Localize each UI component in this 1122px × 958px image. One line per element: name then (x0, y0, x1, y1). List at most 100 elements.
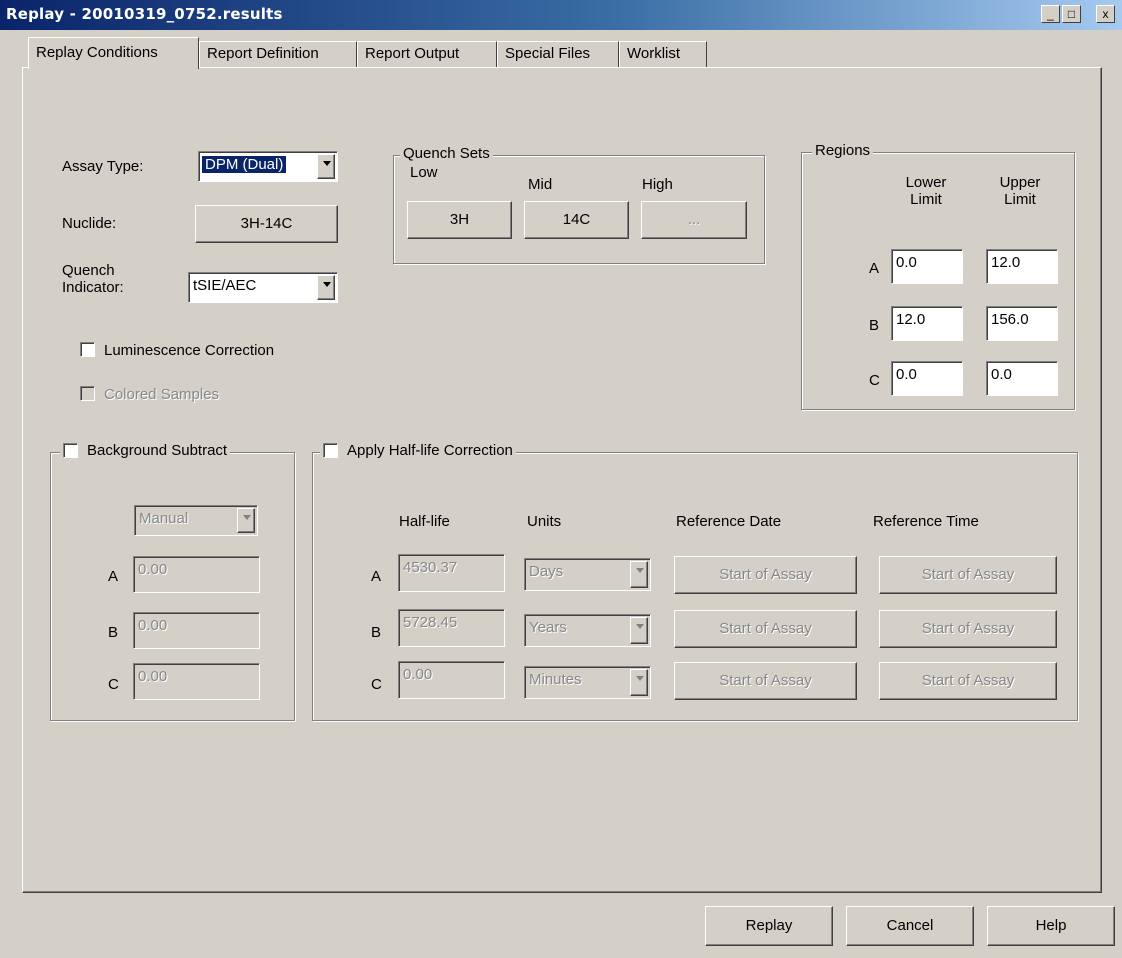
tab-label: Report Output (365, 45, 460, 62)
region-a-lower-value: 0.0 (896, 254, 917, 271)
assay-type-dropdown-button[interactable] (317, 154, 335, 179)
halflife-correction-header: Apply Half-life Correction (320, 441, 516, 463)
halflife-a-units-dropdown-button[interactable] (630, 561, 648, 588)
tab-label: Worklist (627, 45, 681, 62)
tab-label: Replay Conditions (36, 44, 158, 61)
halflife-c-input[interactable]: 0.00 (398, 661, 505, 699)
quench-mid-button[interactable]: 14C (524, 201, 629, 239)
halflife-b-input[interactable]: 5728.45 (398, 609, 505, 647)
window-title: Replay - 20010319_0752.results (6, 5, 283, 23)
background-b-input[interactable]: 0.00 (133, 612, 260, 649)
assay-type-select[interactable]: DPM (Dual) (198, 151, 338, 182)
quench-high-button[interactable]: ... (641, 201, 747, 239)
halflife-b-units-value: Years (529, 619, 567, 636)
reference-date-header: Reference Date (676, 513, 782, 530)
tab-special-files[interactable]: Special Files (497, 41, 619, 67)
chevron-down-icon (323, 161, 331, 166)
halflife-c-reference-time-button[interactable]: Start of Assay (879, 662, 1057, 700)
halflife-a-input[interactable]: 4530.37 (398, 554, 505, 592)
replay-button[interactable]: Replay (705, 906, 833, 946)
chevron-down-icon (243, 515, 251, 520)
regions-title: Regions (812, 142, 874, 159)
maximize-icon: □ (1067, 7, 1076, 21)
halflife-correction-title: Apply Half-life Correction (347, 442, 513, 459)
quench-low-button[interactable]: 3H (407, 201, 512, 239)
maximize-button[interactable]: □ (1062, 5, 1081, 23)
tab-report-definition[interactable]: Report Definition (199, 41, 357, 67)
background-a-label: A (108, 568, 119, 585)
title-bar: Replay - 20010319_0752.results _ □ x (0, 0, 1122, 30)
halflife-c-units-select[interactable]: Minutes (524, 666, 651, 699)
luminescence-correction-checkbox[interactable] (80, 342, 95, 357)
cancel-label: Cancel (886, 917, 934, 934)
halflife-c-units-dropdown-button[interactable] (630, 669, 648, 696)
background-subtract-title: Background Subtract (87, 442, 228, 459)
region-c-lower-value: 0.0 (896, 366, 917, 383)
quench-high-label: High (642, 176, 673, 193)
region-b-upper-value: 156.0 (991, 311, 1029, 328)
halflife-header: Half-life (399, 513, 450, 530)
chevron-down-icon (323, 282, 331, 287)
cancel-button[interactable]: Cancel (846, 906, 974, 946)
halflife-a-units-select[interactable]: Days (524, 558, 651, 591)
assay-type-value: DPM (Dual) (202, 156, 287, 173)
halflife-b-reference-date-button[interactable]: Start of Assay (674, 610, 857, 648)
background-c-value: 0.00 (138, 668, 168, 685)
halflife-b-units-select[interactable]: Years (524, 614, 651, 647)
background-b-label: B (108, 624, 119, 641)
close-button[interactable]: x (1096, 5, 1115, 23)
region-c-upper-input[interactable]: 0.0 (986, 361, 1058, 396)
background-subtract-checkbox[interactable] (63, 443, 78, 458)
halflife-a-reference-time-button[interactable]: Start of Assay (879, 556, 1057, 594)
regions-upper-limit-header: Upper Limit (994, 174, 1046, 208)
chevron-down-icon (636, 676, 644, 681)
halflife-c-label: C (371, 676, 382, 693)
halflife-a-reference-date-button[interactable]: Start of Assay (674, 556, 857, 594)
background-a-input[interactable]: 0.00 (133, 556, 260, 593)
quench-indicator-select[interactable]: tSIE/AEC (188, 272, 338, 303)
region-c-lower-input[interactable]: 0.0 (891, 361, 963, 396)
region-b-upper-input[interactable]: 156.0 (986, 306, 1058, 341)
help-button[interactable]: Help (987, 906, 1115, 946)
nuclide-label: Nuclide: (62, 215, 117, 232)
region-c-upper-value: 0.0 (991, 366, 1012, 383)
region-a-upper-value: 12.0 (991, 254, 1021, 271)
minimize-button[interactable]: _ (1041, 5, 1060, 23)
background-c-input[interactable]: 0.00 (133, 663, 260, 700)
close-icon: x (1102, 7, 1109, 21)
tab-worklist[interactable]: Worklist (619, 41, 707, 67)
background-mode-dropdown-button[interactable] (237, 508, 255, 533)
replay-dialog: Replay - 20010319_0752.results _ □ x Rep… (0, 0, 1122, 958)
background-mode-select[interactable]: Manual (134, 505, 258, 536)
upper-limit-line1: Upper (999, 174, 1041, 191)
halflife-b-reference-time-button[interactable]: Start of Assay (879, 610, 1057, 648)
colored-samples-checkbox[interactable] (80, 386, 95, 401)
region-a-upper-input[interactable]: 12.0 (986, 249, 1058, 284)
quench-indicator-label-line2: Indicator: (62, 279, 124, 296)
tab-replay-conditions[interactable]: Replay Conditions (28, 37, 199, 69)
quench-sets-title: Quench Sets (400, 145, 493, 162)
halflife-a-units-value: Days (529, 563, 564, 580)
tab-report-output[interactable]: Report Output (357, 41, 497, 67)
halflife-c-units-value: Minutes (529, 671, 582, 688)
halflife-b-units-dropdown-button[interactable] (630, 617, 648, 644)
quench-indicator-dropdown-button[interactable] (317, 275, 335, 300)
tab-label: Special Files (505, 45, 591, 62)
nuclide-button[interactable]: 3H-14C (195, 205, 338, 243)
lower-limit-line2: Limit (910, 191, 942, 208)
halflife-b-value: 5728.45 (403, 614, 458, 631)
luminescence-correction-label: Luminescence Correction (104, 342, 275, 359)
tab-label: Report Definition (207, 45, 319, 62)
region-b-lower-input[interactable]: 12.0 (891, 306, 963, 341)
region-c-label: C (869, 372, 880, 389)
assay-type-label: Assay Type: (62, 158, 144, 175)
replay-label: Replay (745, 917, 793, 934)
halflife-a-label: A (371, 568, 382, 585)
halflife-correction-checkbox[interactable] (323, 443, 338, 458)
minimize-icon: _ (1047, 7, 1054, 21)
halflife-c-reference-date-button[interactable]: Start of Assay (674, 662, 857, 700)
region-a-lower-input[interactable]: 0.0 (891, 249, 963, 284)
region-b-label: B (869, 317, 880, 334)
colored-samples-label: Colored Samples (104, 386, 220, 403)
background-c-label: C (108, 676, 119, 693)
